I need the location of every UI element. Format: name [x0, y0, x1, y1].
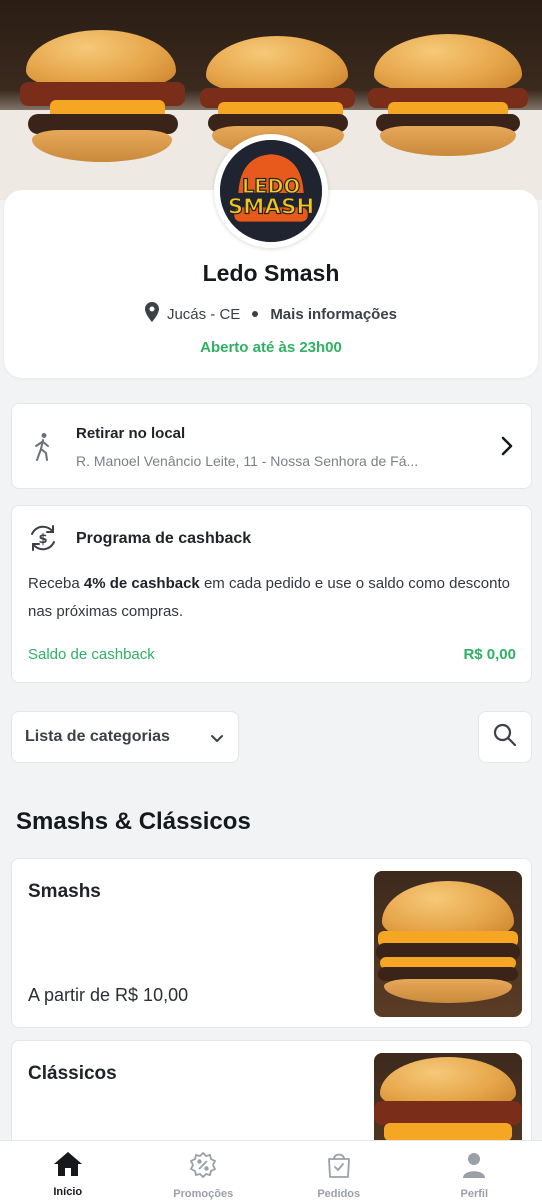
product-image — [374, 871, 522, 1017]
cashback-title: Programa de cashback — [76, 530, 252, 547]
pickup-address: R. Manoel Venâncio Leite, 11 - Nossa Sen… — [76, 453, 419, 469]
pickup-option[interactable]: Retirar no local R. Manoel Venâncio Leit… — [11, 403, 532, 489]
product-name: Smashs — [28, 881, 101, 902]
tab-inicio[interactable]: Início — [0, 1141, 136, 1202]
cashback-description: Receba 4% de cashback em cada pedido e u… — [28, 575, 510, 620]
cashback-balance-value: R$ 0,00 — [463, 646, 516, 663]
open-status: Aberto até às 23h00 — [200, 339, 342, 356]
svg-text:$: $ — [38, 532, 47, 547]
shopping-bag-icon — [326, 1151, 352, 1184]
tab-label: Promoções — [173, 1188, 234, 1200]
store-name: Ledo Smash — [202, 260, 340, 286]
cashback-program-card: $ Programa de cashback Receba 4% de cash… — [11, 505, 532, 683]
tab-label: Perfil — [460, 1188, 488, 1200]
pickup-title: Retirar no local — [76, 425, 186, 442]
walking-person-icon — [32, 432, 54, 467]
tab-label: Início — [53, 1186, 83, 1198]
home-icon — [53, 1151, 83, 1182]
store-city: Jucás - CE — [166, 305, 241, 323]
store-logo: LEDO SMASH — [214, 134, 328, 248]
cashback-icon: $ — [27, 522, 59, 559]
logo-text-bottom: SMASH — [228, 194, 315, 219]
tab-label: Pedidos — [317, 1188, 361, 1200]
cashback-balance-label: Saldo de cashback — [28, 646, 155, 663]
bottom-tab-bar: Início Promoções Pedidos Perfil — [0, 1140, 542, 1202]
tab-pedidos[interactable]: Pedidos — [271, 1141, 407, 1202]
category-list-dropdown[interactable]: Lista de categorias — [11, 711, 239, 763]
chevron-down-icon — [210, 731, 224, 749]
product-price: A partir de R$ 10,00 — [28, 985, 189, 1005]
location-pin-icon — [144, 302, 159, 326]
percent-badge-icon — [189, 1151, 217, 1184]
search-button[interactable] — [478, 711, 532, 763]
more-info-link[interactable]: Mais informações — [270, 306, 397, 323]
tab-promocoes[interactable]: Promoções — [136, 1141, 272, 1202]
chevron-right-icon — [501, 436, 513, 461]
user-icon — [461, 1151, 487, 1184]
product-name: Clássicos — [28, 1063, 117, 1084]
search-icon — [492, 722, 518, 753]
separator-dot — [252, 311, 259, 317]
tab-perfil[interactable]: Perfil — [407, 1141, 542, 1202]
category-list-label: Lista de categorias — [25, 728, 170, 745]
section-title: Smashs & Clássicos — [16, 808, 251, 835]
product-card-smashs[interactable]: Smashs A partir de R$ 10,00 — [11, 858, 532, 1028]
store-meta: Jucás - CE Mais informações — [4, 302, 538, 326]
